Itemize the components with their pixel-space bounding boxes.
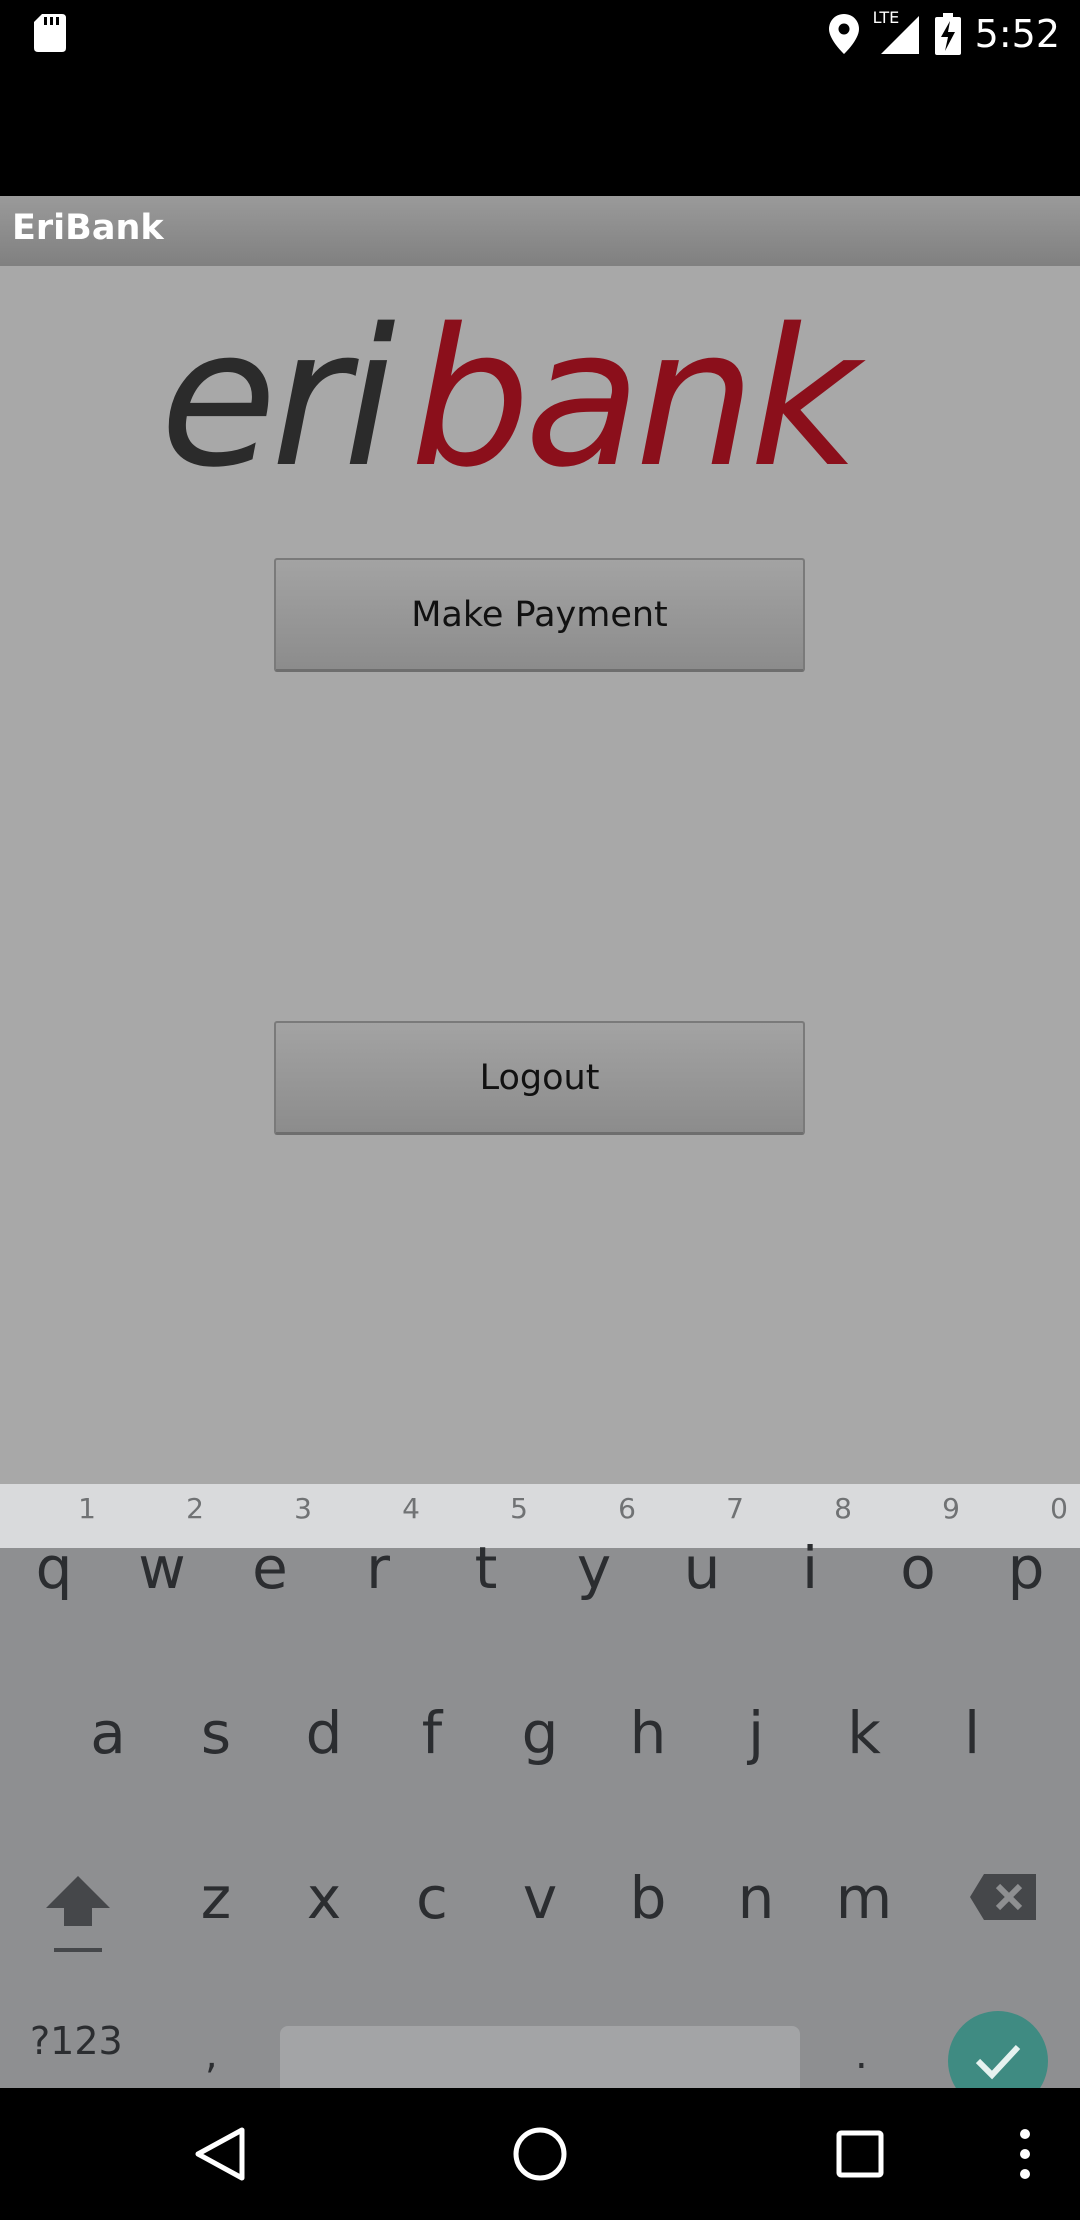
number-hint-6[interactable]: 6	[597, 1492, 657, 1525]
number-hint-7[interactable]: 7	[705, 1492, 765, 1525]
key-period[interactable]: .	[855, 2032, 868, 2078]
key-h[interactable]: h	[603, 1699, 693, 1767]
sd-card-icon	[34, 14, 66, 52]
number-hint-0[interactable]: 0	[1029, 1492, 1080, 1525]
backspace-icon[interactable]	[968, 1872, 1038, 1922]
key-m[interactable]: m	[819, 1864, 909, 1932]
location-icon	[828, 14, 859, 54]
status-time: 5:52	[974, 12, 1060, 56]
back-icon[interactable]	[190, 2124, 250, 2184]
key-a[interactable]: a	[63, 1699, 153, 1767]
enter-key[interactable]	[948, 2011, 1048, 2088]
number-hint-8[interactable]: 8	[813, 1492, 873, 1525]
shift-key-icon[interactable]	[38, 1868, 118, 1958]
soft-keyboard: 1 2 3 4 5 6 7 8 9 0 q w e r t y u i o p …	[0, 1484, 1080, 2088]
key-q[interactable]: q	[9, 1534, 99, 1602]
number-hint-9[interactable]: 9	[921, 1492, 981, 1525]
number-hint-3[interactable]: 3	[273, 1492, 333, 1525]
space-bar[interactable]	[280, 2026, 800, 2088]
status-icons: LTE 5:52	[815, 8, 1060, 60]
key-comma[interactable]: ,	[205, 2032, 218, 2078]
key-l[interactable]: l	[927, 1699, 1017, 1767]
action-bar: EriBank	[0, 196, 1080, 266]
logo-text-eri: eri	[160, 304, 395, 484]
main-content: eri bank Make Payment Logout	[0, 266, 1080, 1484]
key-x[interactable]: x	[279, 1864, 369, 1932]
number-hint-4[interactable]: 4	[381, 1492, 441, 1525]
key-d[interactable]: d	[279, 1699, 369, 1767]
symbols-key[interactable]: ?123	[30, 2019, 123, 2063]
key-e[interactable]: e	[225, 1534, 315, 1602]
home-icon[interactable]	[510, 2124, 570, 2184]
logo-text-bank: bank	[410, 304, 866, 484]
key-w[interactable]: w	[117, 1534, 207, 1602]
key-i[interactable]: i	[765, 1534, 855, 1602]
key-u[interactable]: u	[657, 1534, 747, 1602]
status-bar: LTE 5:52	[0, 0, 1080, 68]
overflow-menu-icon[interactable]	[995, 2124, 1055, 2184]
key-o[interactable]: o	[873, 1534, 963, 1602]
key-z[interactable]: z	[171, 1864, 261, 1932]
number-hint-5[interactable]: 5	[489, 1492, 549, 1525]
logout-button[interactable]: Logout	[274, 1021, 805, 1135]
battery-charging-icon	[934, 13, 961, 55]
number-hint-2[interactable]: 2	[165, 1492, 225, 1525]
signal-icon: LTE	[873, 8, 921, 56]
key-v[interactable]: v	[495, 1864, 585, 1932]
key-y[interactable]: y	[549, 1534, 639, 1602]
navigation-bar	[0, 2088, 1080, 2220]
number-hint-1[interactable]: 1	[57, 1492, 117, 1525]
key-b[interactable]: b	[603, 1864, 693, 1932]
key-g[interactable]: g	[495, 1699, 585, 1767]
key-p[interactable]: p	[981, 1534, 1071, 1602]
recents-icon[interactable]	[830, 2124, 890, 2184]
eribank-logo: eri bank	[160, 304, 872, 484]
key-r[interactable]: r	[333, 1534, 423, 1602]
key-n[interactable]: n	[711, 1864, 801, 1932]
key-k[interactable]: k	[819, 1699, 909, 1767]
app-title: EriBank	[12, 208, 164, 248]
key-s[interactable]: s	[171, 1699, 261, 1767]
key-f[interactable]: f	[387, 1699, 477, 1767]
make-payment-button[interactable]: Make Payment	[274, 558, 805, 672]
key-t[interactable]: t	[441, 1534, 531, 1602]
key-c[interactable]: c	[387, 1864, 477, 1932]
key-j[interactable]: j	[711, 1699, 801, 1767]
top-spacer	[0, 68, 1080, 196]
checkmark-icon	[975, 2044, 1021, 2080]
